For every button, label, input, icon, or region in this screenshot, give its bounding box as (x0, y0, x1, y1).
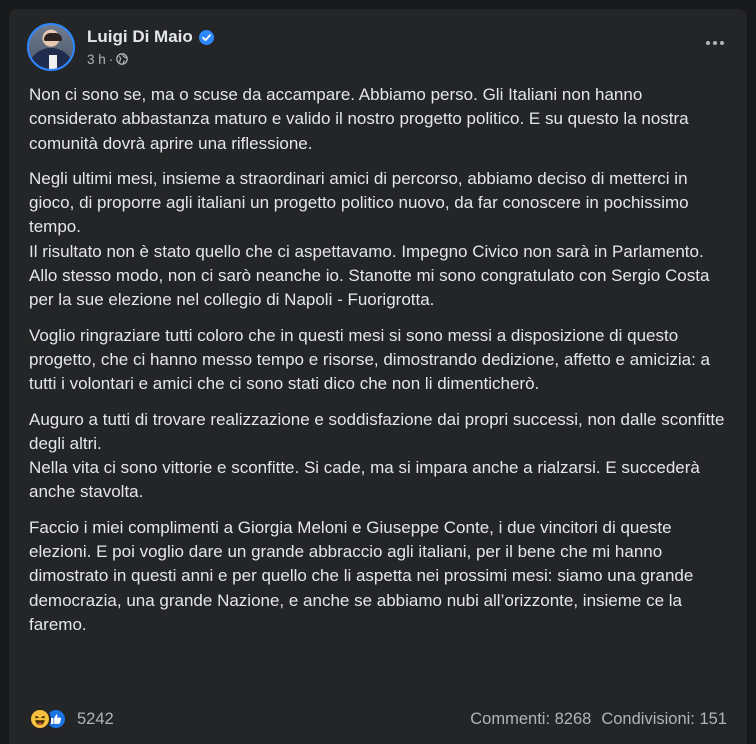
post-paragraph: Negli ultimi mesi, insieme a straordinar… (29, 168, 710, 310)
reactions-count: 5242 (77, 709, 114, 728)
shares-count-link[interactable]: Condivisioni: 151 (601, 710, 727, 729)
post-footer: 5242 Commenti: 8268 Condivisioni: 151 (29, 707, 727, 731)
post-time[interactable]: 3 h (87, 52, 106, 67)
post-paragraph: Faccio i miei complimenti a Giorgia Melo… (29, 517, 694, 634)
avatar-shirt (49, 55, 57, 69)
post-header: Luigi Di Maio 3 h · (27, 23, 214, 71)
meta-separator: · (108, 51, 114, 67)
more-dot (713, 41, 717, 45)
more-dot (720, 41, 724, 45)
author-avatar[interactable] (27, 23, 75, 71)
verified-badge-icon (198, 29, 214, 45)
post-meta: 3 h · (87, 50, 214, 68)
post-card: Luigi Di Maio 3 h · Non ci sono se, ma o… (9, 9, 747, 744)
post-paragraph: Auguro a tutti di trovare realizzazione … (29, 409, 725, 502)
author-name-row: Luigi Di Maio (87, 26, 214, 48)
post-paragraph: Non ci sono se, ma o scuse da accampare.… (29, 85, 689, 153)
reactions-summary[interactable]: 5242 (29, 708, 114, 730)
comments-count-link[interactable]: Commenti: 8268 (470, 710, 591, 729)
more-dot (706, 41, 710, 45)
globe-icon[interactable] (116, 53, 129, 65)
post-paragraph: Voglio ringraziare tutti coloro che in q… (29, 325, 711, 394)
avatar-hair (44, 33, 62, 41)
post-text: Non ci sono se, ma o scuse da accampare.… (29, 83, 729, 648)
more-options-icon[interactable] (697, 33, 733, 53)
engagement-stats: Commenti: 8268 Condivisioni: 151 (470, 710, 727, 729)
author-info: Luigi Di Maio 3 h · (87, 26, 214, 68)
haha-reaction-icon (29, 708, 51, 730)
author-name[interactable]: Luigi Di Maio (87, 27, 193, 47)
